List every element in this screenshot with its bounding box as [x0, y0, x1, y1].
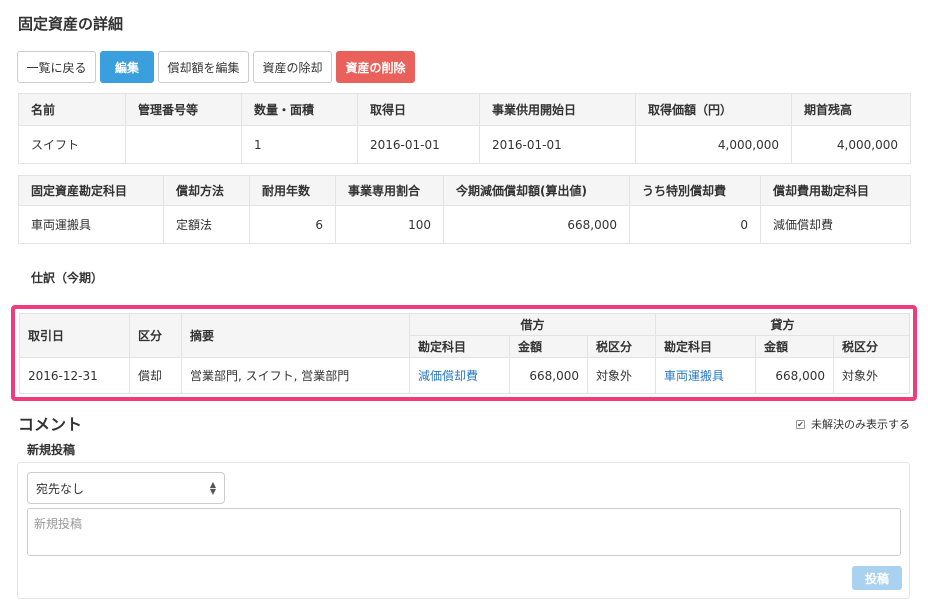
column-header: 償却方法: [163, 175, 250, 206]
post-submit-button[interactable]: 投稿: [852, 566, 902, 590]
column-header-category: 区分: [129, 313, 182, 358]
quantity-cell: 1: [241, 125, 358, 164]
debit-account-link[interactable]: 減価償却費: [418, 369, 478, 383]
column-header: 数量・面積: [241, 93, 358, 126]
credit-amount-cell: 668,000: [755, 357, 834, 394]
column-header: 取得価額（円）: [635, 93, 792, 126]
comments-title: コメント: [18, 415, 83, 434]
column-header: 事業専用割合: [335, 175, 444, 206]
expense-account-cell: 減価償却費: [760, 205, 911, 244]
table-header-row: 取引日 区分 摘要 借方 貸方: [19, 313, 910, 358]
column-header-credit-tax: 税区分: [833, 335, 910, 358]
credit-account-cell: 車両運搬具: [655, 357, 756, 394]
asset-name-cell: スイフト: [18, 125, 126, 164]
depreciation-amount-cell: 668,000: [443, 205, 630, 244]
unresolved-checkbox[interactable]: ✔: [796, 419, 805, 429]
debit-account-cell: 減価償却費: [409, 357, 510, 394]
special-depreciation-cell: 0: [629, 205, 761, 244]
debit-tax-cell: 対象外: [587, 357, 656, 394]
acquisition-cost-cell: 4,000,000: [635, 125, 792, 164]
asset-account-cell: 車両運搬具: [18, 205, 164, 244]
business-ratio-cell: 100: [335, 205, 444, 244]
opening-balance-cell: 4,000,000: [791, 125, 911, 164]
page-title: 固定資産の詳細: [18, 15, 124, 33]
column-header-description: 摘要: [181, 313, 410, 358]
column-header-credit: 貸方: [655, 313, 910, 336]
journal-description-cell: 営業部門, スイフト, 営業部門: [181, 357, 410, 394]
depreciation-info-table: 固定資産勘定科目 償却方法 耐用年数 事業専用割合 今期減価償却額(算出値) う…: [18, 175, 911, 244]
table-row: 2016-12-31 償却 営業部門, スイフト, 営業部門 減価償却費 668…: [19, 357, 910, 394]
delete-asset-button[interactable]: 資産の削除: [336, 51, 415, 83]
column-header: うち特別償却費: [629, 175, 761, 206]
column-header: 管理番号等: [125, 93, 242, 126]
edit-depreciation-button[interactable]: 償却額を編集: [158, 51, 249, 83]
column-header: 事業供用開始日: [479, 93, 636, 126]
depreciation-method-cell: 定額法: [163, 205, 250, 244]
recipient-select[interactable]: 宛先なし ▲ ▼: [27, 472, 225, 504]
column-header: 期首残高: [791, 93, 911, 126]
asset-removal-button[interactable]: 資産の除却: [253, 51, 332, 83]
column-header-debit-tax: 税区分: [587, 335, 656, 358]
useful-life-cell: 6: [249, 205, 336, 244]
credit-tax-cell: 対象外: [833, 357, 910, 394]
journal-category-cell: 償却: [129, 357, 182, 394]
asset-info-table: 名前 管理番号等 数量・面積 取得日 事業供用開始日 取得価額（円） 期首残高 …: [18, 93, 911, 164]
service-start-date-cell: 2016-01-01: [479, 125, 636, 164]
edit-button[interactable]: 編集: [100, 51, 154, 83]
column-header: 耐用年数: [249, 175, 336, 206]
column-header: 取得日: [357, 93, 480, 126]
column-header-date: 取引日: [19, 313, 130, 358]
journal-section-label: 仕訳（今期）: [31, 271, 104, 285]
column-header-debit-amount: 金額: [509, 335, 588, 358]
unresolved-label: 未解決のみ表示する: [811, 418, 910, 431]
column-header-credit-account: 勘定科目: [655, 335, 756, 358]
back-to-list-button[interactable]: 一覧に戻る: [17, 51, 96, 83]
select-arrows-icon: ▲ ▼: [209, 480, 216, 496]
new-post-label: 新規投稿: [27, 443, 76, 457]
recipient-select-value: 宛先なし: [36, 481, 85, 496]
column-header: 償却費用勘定科目: [760, 175, 911, 206]
column-header: 名前: [18, 93, 126, 126]
column-header: 今期減価償却額(算出値): [443, 175, 630, 206]
table-row: スイフト 1 2016-01-01 2016-01-01 4,000,000 4…: [18, 125, 911, 164]
debit-amount-cell: 668,000: [509, 357, 588, 394]
column-header-debit: 借方: [409, 313, 656, 336]
journal-table: 取引日 区分 摘要 借方 貸方 勘定科目 金額 税区分 勘定科目 金額 税区分 …: [19, 313, 910, 394]
unresolved-only-toggle[interactable]: ✔ 未解決のみ表示する: [796, 416, 910, 432]
table-row: 車両運搬具 定額法 6 100 668,000 0 減価償却費: [18, 205, 911, 244]
new-post-textarea[interactable]: [27, 508, 901, 556]
acquisition-date-cell: 2016-01-01: [357, 125, 480, 164]
new-post-panel: 宛先なし ▲▼ 投稿: [17, 462, 910, 599]
column-header-credit-amount: 金額: [755, 335, 834, 358]
table-header-row: 名前 管理番号等 数量・面積 取得日 事業供用開始日 取得価額（円） 期首残高: [18, 93, 911, 126]
table-header-row: 固定資産勘定科目 償却方法 耐用年数 事業専用割合 今期減価償却額(算出値) う…: [18, 175, 911, 206]
management-number-cell: [125, 125, 242, 164]
column-header: 固定資産勘定科目: [18, 175, 164, 206]
journal-date-cell: 2016-12-31: [19, 357, 130, 394]
credit-account-link[interactable]: 車両運搬具: [664, 369, 724, 383]
column-header-debit-account: 勘定科目: [409, 335, 510, 358]
action-toolbar: 一覧に戻る 編集 償却額を編集 資産の除却 資産の削除: [17, 51, 415, 83]
